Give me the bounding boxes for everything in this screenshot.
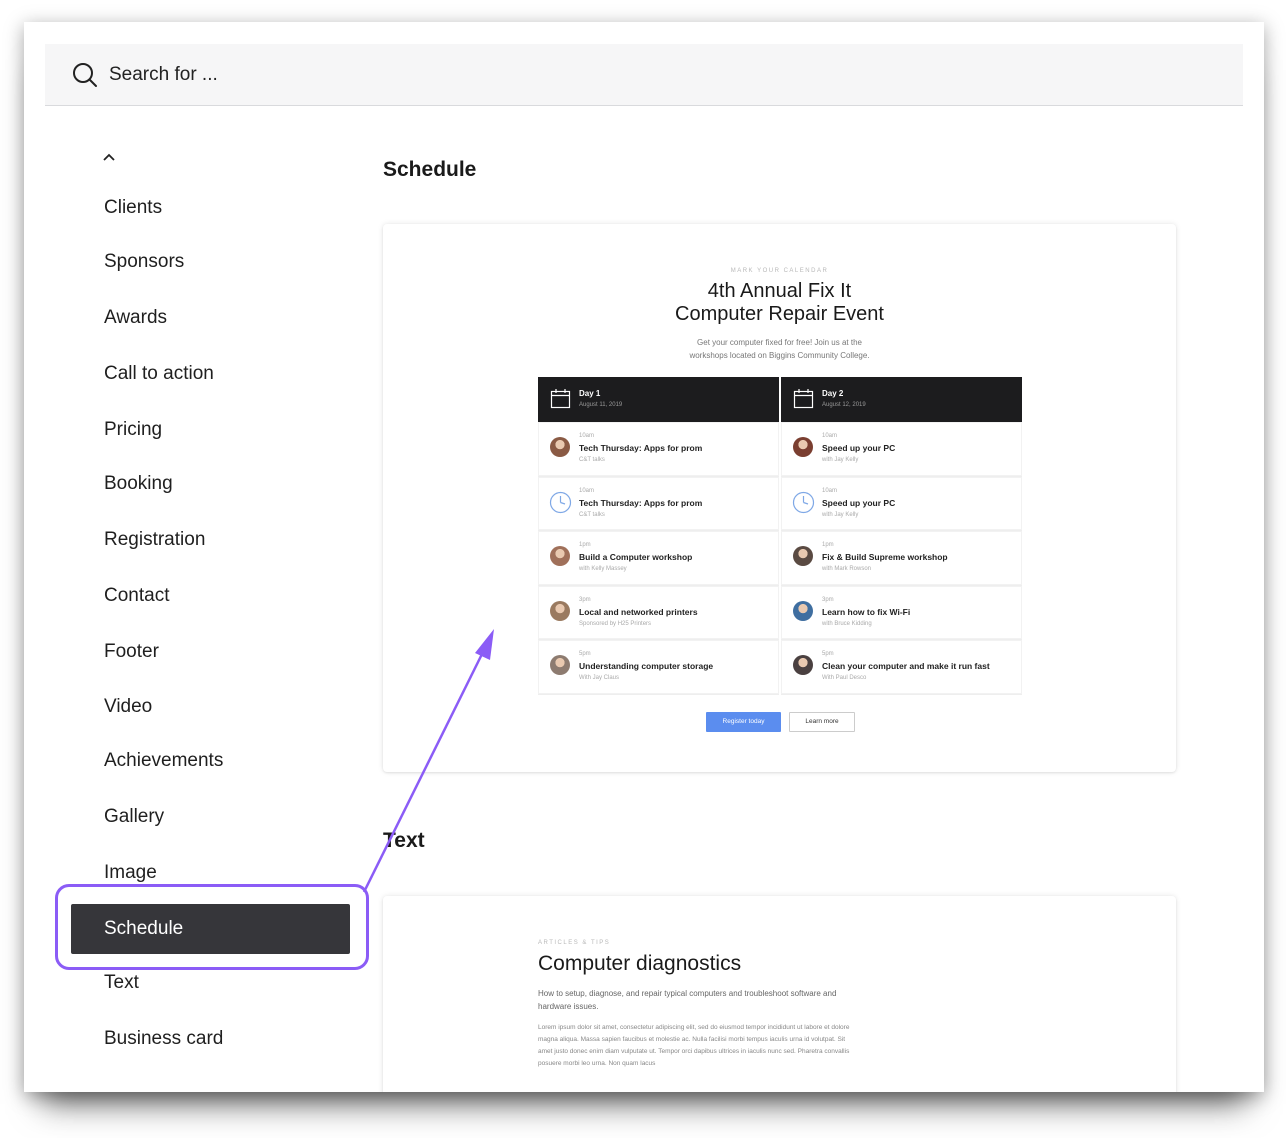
avatar [793, 437, 813, 457]
session-time: 3pm [822, 596, 834, 603]
session-row: 5pm Clean your computer and make it run f… [781, 640, 1022, 695]
session-title: Fix & Build Supreme workshop [822, 552, 948, 563]
session-host: C&T talks [579, 457, 605, 463]
session-title: Local and networked printers [579, 606, 698, 617]
day-label: Day 2 [822, 389, 844, 398]
session-time: 1pm [579, 542, 591, 549]
schedule-preview-card[interactable]: MARK YOUR CALENDAR 4th Annual Fix It Com… [383, 224, 1176, 772]
day-date: August 11, 2019 [579, 402, 623, 408]
clock-icon [549, 491, 572, 513]
session-title: Tech Thursday: Apps for prom [579, 497, 703, 508]
session-title: Clean your computer and make it run fast [822, 661, 990, 672]
sidebar-item-video[interactable]: Video [104, 693, 152, 721]
learn-more-button[interactable]: Learn more [789, 712, 855, 732]
avatar [550, 546, 570, 567]
chevron-up-icon[interactable] [100, 148, 118, 166]
avatar [550, 600, 570, 621]
session-host: with Bruce Kidding [822, 620, 872, 627]
sidebar-item-registration[interactable]: Registration [104, 526, 205, 554]
session-time: 10am [822, 487, 838, 494]
event-title: 4th Annual Fix It Computer Repair Event [675, 280, 884, 325]
session-title: Understanding computer storage [579, 661, 714, 672]
session-host: with Jay Kelly [822, 457, 859, 463]
eyebrow-text: MARK YOUR CALENDAR [730, 268, 829, 274]
session-title: Speed up your PC [822, 497, 896, 508]
session-row: 1pm Build a Computer workshop with Kelly M… [538, 531, 779, 586]
eyebrow-text: ARTICLES & TIPS [538, 940, 611, 946]
avatar [793, 546, 813, 567]
clock-icon [792, 491, 815, 513]
session-row: 10am Speed up your PC with Jay Kelly [781, 476, 1022, 532]
session-host: With Paul Desco [822, 675, 867, 682]
avatar [550, 437, 570, 457]
app-window: Clients Sponsors Awards Call to action P… [24, 22, 1264, 1092]
session-time: 1pm [822, 542, 834, 549]
sidebar-item-clients[interactable]: Clients [104, 194, 162, 222]
session-time: 10am [822, 433, 838, 439]
session-time: 5pm [822, 651, 834, 658]
sidebar-item-gallery[interactable]: Gallery [104, 803, 164, 831]
sidebar-item-text[interactable]: Text [104, 969, 139, 997]
session-host: C&T talks [579, 511, 605, 518]
calendar-icon [793, 389, 814, 409]
avatar [793, 600, 813, 621]
session-host: Sponsored by H25 Printers [579, 620, 652, 627]
session-row: 10am Tech Thursday: Apps for prom C&T talk… [538, 476, 779, 532]
sidebar-item-business-card[interactable]: Business card [104, 1025, 223, 1053]
session-row: 3pm Local and networked printers Sponsored… [538, 585, 779, 641]
day-column: Day 2 August 12, 2019 10am Speed up your … [781, 377, 1022, 695]
sidebar-item-booking[interactable]: Booking [104, 470, 173, 498]
sidebar-item-pricing[interactable]: Pricing [104, 416, 162, 444]
session-row: 1pm Fix & Build Supreme workshop with Mark… [781, 531, 1022, 586]
session-time: 3pm [579, 596, 591, 603]
sidebar-item-awards[interactable]: Awards [104, 304, 167, 332]
day-header: Day 1 August 11, 2019 [538, 377, 779, 422]
text-preview-card[interactable]: ARTICLES & TIPS Computer diagnostics How… [383, 896, 1176, 1092]
article-lead: How to setup, diagnose, and repair typic… [538, 989, 837, 1011]
session-row: 10am Tech Thursday: Apps for prom C&T talk… [538, 422, 779, 477]
session-row: 5pm Understanding computer storage With Ja… [538, 640, 779, 695]
sidebar-item-footer[interactable]: Footer [104, 638, 159, 666]
session-host: with Jay Kelly [822, 511, 859, 518]
session-title: Tech Thursday: Apps for prom [579, 443, 703, 453]
search-icon [73, 63, 97, 87]
day-date: August 12, 2019 [822, 402, 866, 408]
session-host: with Mark Rowson [822, 566, 872, 573]
search-bar [45, 44, 1243, 106]
avatar [793, 655, 813, 676]
session-time: 5pm [579, 651, 591, 658]
session-time: 10am [579, 487, 595, 494]
register-button[interactable]: Register today [706, 712, 781, 732]
session-time: 10am [579, 433, 595, 439]
calendar-icon [550, 389, 571, 409]
search-input[interactable] [109, 58, 709, 92]
section-title-text: Text [383, 829, 425, 852]
sidebar-item-image[interactable]: Image [104, 859, 157, 887]
sidebar-item-sponsors[interactable]: Sponsors [104, 248, 184, 276]
sidebar-item-call-to-action[interactable]: Call to action [104, 360, 214, 388]
session-row: 10am Speed up your PC with Jay Kelly [781, 422, 1022, 477]
session-row: 3pm Learn how to fix Wi-Fi with Bruce Kidd… [781, 585, 1022, 641]
day-label: Day 1 [579, 389, 601, 398]
session-host: With Jay Claus [579, 675, 620, 682]
article-body: Lorem ipsum dolor sit amet, consectetur … [538, 1024, 850, 1067]
section-title-schedule: Schedule [383, 158, 477, 181]
avatar [550, 655, 570, 676]
article-title: Computer diagnostics [538, 952, 742, 975]
session-title: Learn how to fix Wi-Fi [822, 606, 911, 617]
highlight-annotation [55, 884, 369, 970]
sidebar-item-achievements[interactable]: Achievements [104, 747, 223, 775]
session-host: with Kelly Massey [579, 566, 627, 573]
event-subtitle: Get your computer fixed for free! Join u… [689, 338, 870, 360]
day-column: Day 1 August 11, 2019 10am Tech Thursday:… [538, 377, 779, 695]
session-title: Build a Computer workshop [579, 552, 693, 563]
day-header: Day 2 August 12, 2019 [781, 377, 1022, 422]
session-title: Speed up your PC [822, 443, 896, 453]
sidebar-item-contact[interactable]: Contact [104, 582, 169, 610]
